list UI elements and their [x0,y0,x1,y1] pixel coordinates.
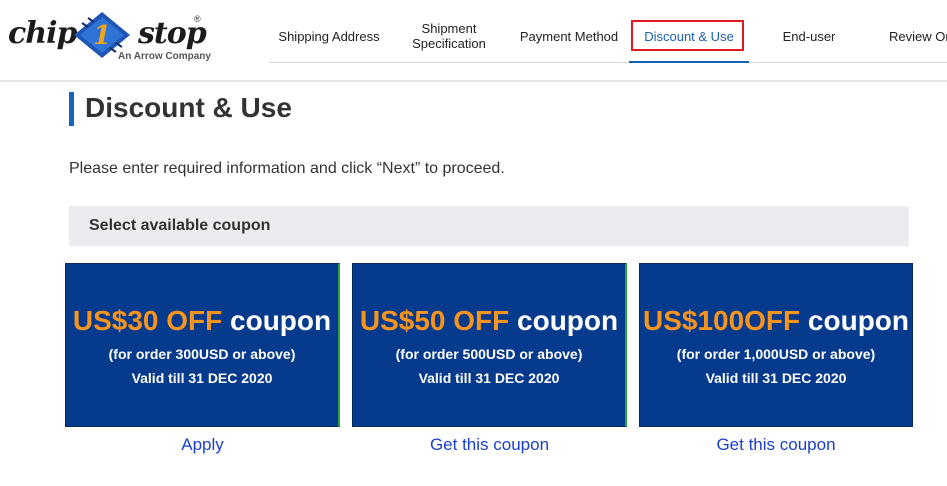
chip1stop-logo[interactable]: chip 1 stop ® An Arrow Company [8,8,213,68]
step-label: Review Or [889,28,947,44]
coupon-condition: (for order 500USD or above) [395,346,583,362]
logo-tagline: An Arrow Company [118,51,211,62]
step-review-order[interactable]: Review Or [869,10,947,62]
section-label: Select available coupon [89,217,271,234]
coupon-amount: US$50 OFF [359,305,510,336]
title-accent-bar [69,92,74,126]
coupon-validity: Valid till 31 DEC 2020 [705,370,847,386]
get-coupon-50-link[interactable]: Get this coupon [352,435,627,455]
step-discount-and-use[interactable]: Discount & Use [629,10,749,63]
site-header: chip 1 stop ® An Arrow Company Shipping … [0,0,947,82]
checkout-steps: Shipping Address Shipment Specification … [269,10,947,63]
step-label: Discount & Use [644,28,734,44]
coupon-condition: (for order 1,000USD or above) [676,346,876,362]
registered-mark: ® [194,14,201,24]
coupon-headline: US$30 OFF coupon [66,304,338,338]
step-payment-method[interactable]: Payment Method [509,10,629,62]
coupon-word: coupon [230,305,332,336]
step-label: Shipment Specification [412,21,486,51]
page-title: Discount & Use [85,92,292,123]
coupon-headline: US$50 OFF coupon [353,304,625,338]
coupon-word: coupon [807,305,910,336]
logo-word-chip: chip [8,16,77,51]
step-end-user[interactable]: End-user [749,10,869,62]
step-label: Shipping Address [278,28,380,44]
coupon-card-30[interactable]: US$30 OFF coupon (for order 300USD or ab… [65,263,340,427]
coupon-word: coupon [517,305,619,336]
apply-coupon-link[interactable]: Apply [65,435,340,455]
coupon-card-50[interactable]: US$50 OFF coupon (for order 500USD or ab… [352,263,627,427]
coupon-headline: US$100OFF coupon [640,304,912,338]
coupon-condition: (for order 300USD or above) [108,346,296,362]
instruction-text: Please enter required information and cl… [69,160,505,177]
get-coupon-100-link[interactable]: Get this coupon [639,435,913,455]
step-shipping-address[interactable]: Shipping Address [269,10,389,62]
coupon-validity: Valid till 31 DEC 2020 [418,370,560,386]
coupon-validity: Valid till 31 DEC 2020 [131,370,273,386]
coupon-amount: US$30 OFF [72,305,223,336]
coupon-section-header: Select available coupon [69,206,909,246]
step-label: Payment Method [519,28,619,44]
coupon-card-100[interactable]: US$100OFF coupon (for order 1,000USD or … [639,263,913,427]
logo-badge-digit: 1 [93,21,111,51]
coupon-amount: US$100OFF [642,305,801,336]
step-shipment-specification[interactable]: Shipment Specification [389,10,509,62]
step-label: End-user [782,28,836,44]
